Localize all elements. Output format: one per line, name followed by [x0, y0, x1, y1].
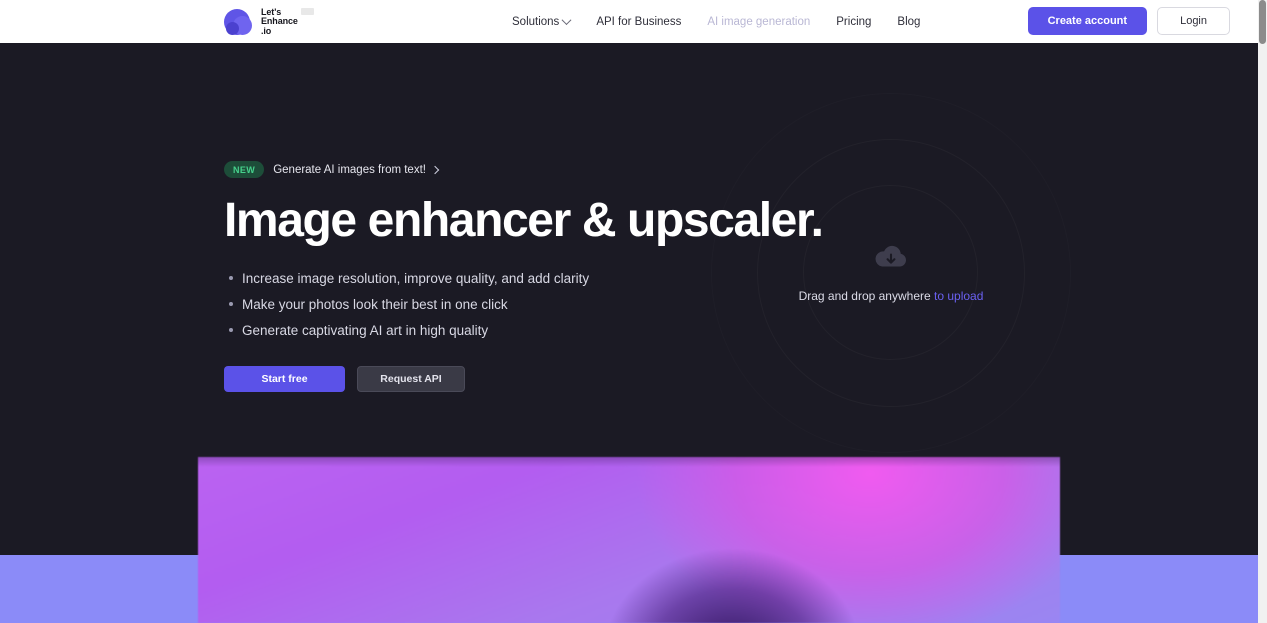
hero-announcement: NEW Generate AI images from text!	[224, 161, 744, 178]
chevron-right-icon	[430, 165, 440, 174]
nav-item-ai-image-generation[interactable]: AI image generation	[707, 16, 810, 28]
upload-link[interactable]: to upload	[934, 289, 983, 303]
nav-label-pricing: Pricing	[836, 15, 872, 28]
page-scrollbar-thumb[interactable]	[1259, 0, 1266, 44]
hero-cta-group: Start free Request API	[224, 366, 744, 393]
nav-item-solutions[interactable]: Solutions	[512, 15, 572, 28]
announcement-link[interactable]: Generate AI images from text!	[273, 163, 440, 176]
page-scrollbar-track[interactable]	[1258, 0, 1267, 623]
announcement-label: Generate AI images from text!	[273, 163, 426, 176]
site-header: Let's Enhance .io Solutions API for Busi…	[0, 0, 1258, 43]
login-button[interactable]: Login	[1157, 7, 1230, 35]
upload-dropzone[interactable]: Drag and drop anywhere to upload	[757, 139, 1025, 407]
site-logo[interactable]: Let's Enhance .io	[224, 4, 314, 40]
create-account-button[interactable]: Create account	[1027, 7, 1148, 35]
cloud-upload-icon	[874, 244, 908, 275]
hero-content: NEW Generate AI images from text! Image …	[224, 161, 824, 393]
logo-wordmark: Let's Enhance .io	[261, 7, 314, 37]
nav-label-api-for-business: API for Business	[596, 15, 682, 28]
nav-item-pricing[interactable]: Pricing	[836, 16, 871, 28]
new-badge: NEW	[224, 161, 265, 178]
request-api-button[interactable]: Request API	[357, 366, 465, 393]
main-navigation: Solutions API for Business AI image gene…	[512, 0, 920, 43]
list-item: Generate captivating AI art in high qual…	[224, 321, 744, 341]
list-item: Increase image resolution, improve quali…	[224, 269, 744, 289]
page-title: Image enhancer & upscaler.	[224, 194, 824, 247]
page-root: Let's Enhance .io Solutions API for Busi…	[0, 0, 1267, 623]
start-free-button[interactable]: Start free	[224, 366, 345, 393]
dropzone-label: Drag and drop anywhere	[798, 288, 931, 303]
logo-line-3: .io	[261, 25, 272, 36]
nav-label-ai-image-generation: AI image generation	[707, 15, 811, 28]
nav-item-blog[interactable]: Blog	[897, 16, 920, 28]
logo-blob-icon	[224, 7, 254, 37]
chevron-down-icon	[561, 15, 572, 26]
showcase-image	[198, 457, 1060, 623]
hero-feature-list: Increase image resolution, improve quali…	[224, 269, 744, 340]
logo-flag-icon	[300, 7, 314, 15]
nav-item-api-for-business[interactable]: API for Business	[596, 16, 681, 28]
header-inner: Let's Enhance .io Solutions API for Busi…	[0, 0, 1258, 43]
dropzone-text: Drag and drop anywhere to upload	[799, 289, 984, 303]
nav-label-solutions: Solutions	[512, 15, 560, 28]
list-item: Make your photos look their best in one …	[224, 295, 744, 315]
nav-label-blog: Blog	[897, 15, 921, 28]
header-actions: Create account Login	[1027, 7, 1230, 35]
